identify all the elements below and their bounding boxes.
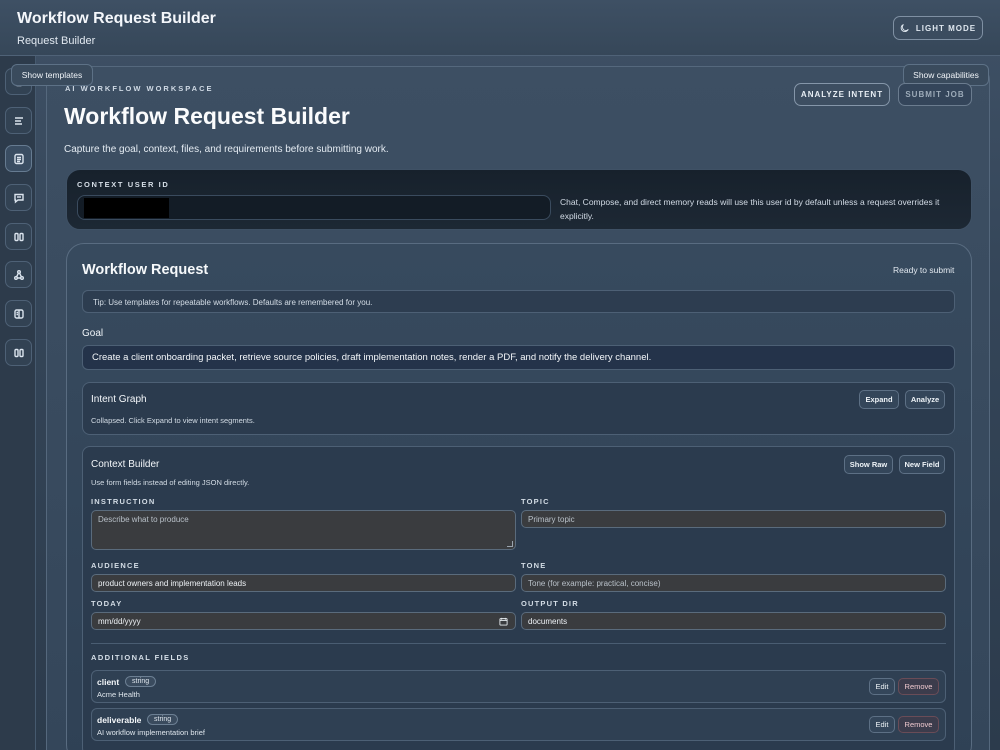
tip-box: Tip: Use templates for repeatable workfl… xyxy=(82,290,955,313)
book-icon xyxy=(13,308,24,319)
analyze-intent-button[interactable]: ANALYZE INTENT xyxy=(794,83,890,106)
tone-placeholder: Tone (for example: practical, concise) xyxy=(528,578,661,588)
rail-columns-button-2[interactable] xyxy=(5,339,32,366)
context-user-label: CONTEXT USER ID xyxy=(77,180,170,189)
instruction-textarea[interactable]: Describe what to produce xyxy=(91,510,516,550)
topic-label: TOPIC xyxy=(521,497,550,506)
remove-button[interactable]: Remove xyxy=(898,716,939,733)
field-name: deliverable xyxy=(97,715,142,725)
redacted-user-id xyxy=(84,198,169,218)
field-type-badge: string xyxy=(147,714,179,725)
output-dir-label: OUTPUT DIR xyxy=(521,599,579,608)
tone-input[interactable]: Tone (for example: practical, concise) xyxy=(521,574,946,592)
topic-placeholder: Primary topic xyxy=(528,514,575,524)
columns-icon xyxy=(13,348,24,357)
output-dir-input[interactable]: documents xyxy=(521,612,946,630)
field-value: Acme Health xyxy=(97,690,140,699)
additional-field-row xyxy=(91,670,946,703)
tone-label: TONE xyxy=(521,561,547,570)
resize-handle-icon[interactable] xyxy=(507,541,513,547)
moon-icon xyxy=(900,24,909,33)
top-bar: Workflow Request Builder Request Builder… xyxy=(0,0,1000,56)
status-text: Ready to submit xyxy=(893,265,955,275)
goal-input[interactable]: Create a client onboarding packet, retri… xyxy=(82,345,955,370)
calendar-icon[interactable] xyxy=(499,617,508,626)
intent-graph-card xyxy=(82,382,955,435)
workspace-eyebrow: AI WORKFLOW WORKSPACE xyxy=(65,84,214,93)
page-title: Workflow Request Builder xyxy=(64,103,350,129)
light-mode-button[interactable]: LIGHT MODE xyxy=(893,16,983,40)
rail-columns-button[interactable] xyxy=(5,223,32,250)
today-placeholder: mm/dd/yyyy xyxy=(98,616,141,626)
edit-button[interactable]: Edit xyxy=(869,678,895,695)
page-description: Capture the goal, context, files, and re… xyxy=(64,144,389,155)
intent-graph-title: Intent Graph xyxy=(91,394,147,405)
remove-button[interactable]: Remove xyxy=(898,678,939,695)
app-title: Workflow Request Builder xyxy=(17,10,216,27)
rail-list-button[interactable] xyxy=(5,107,32,134)
instruction-placeholder: Describe what to produce xyxy=(98,515,189,524)
light-mode-label: LIGHT MODE xyxy=(915,23,977,33)
audience-value: product owners and implementation leads xyxy=(98,578,247,588)
rail-document-button[interactable] xyxy=(5,145,32,172)
list-icon xyxy=(14,116,23,125)
intent-graph-note: Collapsed. Click Expand to view intent s… xyxy=(91,416,255,425)
context-user-help: Chat, Compose, and direct memory reads w… xyxy=(560,197,940,221)
rail-chat-button[interactable] xyxy=(5,184,32,211)
field-type-badge: string xyxy=(125,676,157,687)
submit-job-button[interactable]: SUBMIT JOB xyxy=(898,83,972,106)
rail-book-button[interactable] xyxy=(5,300,32,327)
audience-input[interactable]: product owners and implementation leads xyxy=(91,574,516,592)
field-value: AI workflow implementation brief xyxy=(97,728,205,737)
additional-fields-label: ADDITIONAL FIELDS xyxy=(91,653,190,662)
edit-button[interactable]: Edit xyxy=(869,716,895,733)
graph-icon xyxy=(13,269,24,280)
show-raw-button[interactable]: Show Raw xyxy=(844,455,893,474)
context-builder-title: Context Builder xyxy=(91,459,160,470)
document-icon xyxy=(13,153,24,164)
topic-input[interactable]: Primary topic xyxy=(521,510,946,528)
today-label: TODAY xyxy=(91,599,123,608)
context-builder-card xyxy=(82,446,955,750)
columns-icon xyxy=(13,232,24,241)
audience-label: AUDIENCE xyxy=(91,561,140,570)
app-subtitle: Request Builder xyxy=(17,35,96,47)
chat-icon xyxy=(13,193,24,203)
instruction-label: INSTRUCTION xyxy=(91,497,156,506)
context-builder-note: Use form fields instead of editing JSON … xyxy=(91,478,250,487)
additional-field-row xyxy=(91,708,946,741)
goal-label: Goal xyxy=(82,328,104,339)
rail-graph-button[interactable] xyxy=(5,261,32,288)
field-name: client xyxy=(97,677,120,687)
workflow-request-title: Workflow Request xyxy=(82,262,209,278)
new-field-button[interactable]: New Field xyxy=(899,455,945,474)
divider xyxy=(91,643,946,644)
expand-button[interactable]: Expand xyxy=(859,390,899,409)
analyze-button[interactable]: Analyze xyxy=(905,390,945,409)
show-templates-button[interactable]: Show templates xyxy=(11,64,93,86)
today-date-input[interactable]: mm/dd/yyyy xyxy=(91,612,516,630)
output-dir-value: documents xyxy=(528,616,568,626)
